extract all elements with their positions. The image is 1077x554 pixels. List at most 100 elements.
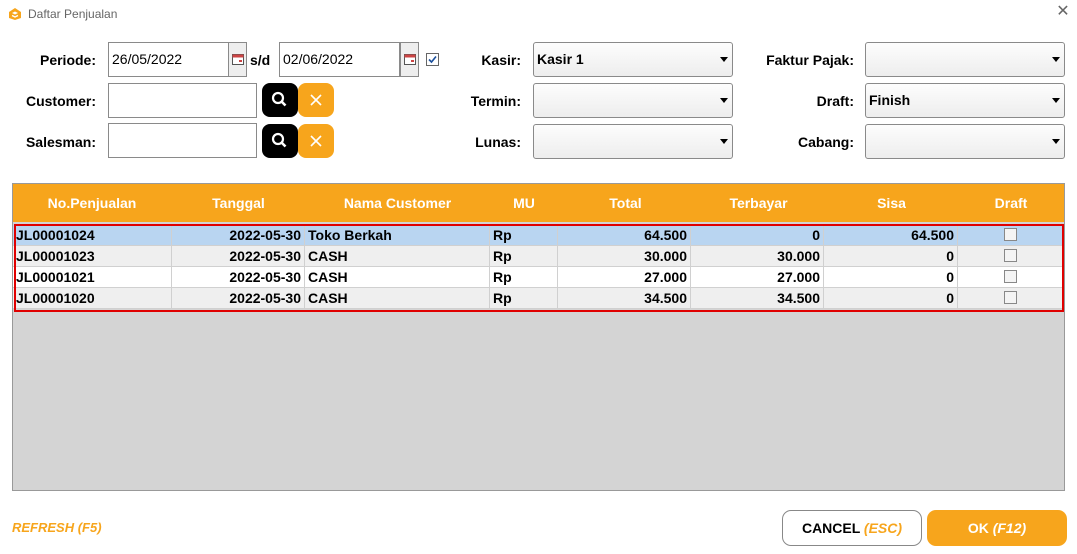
cell-no-penjualan: JL00001020 (13, 288, 172, 309)
salesman-input[interactable] (108, 123, 257, 158)
cell-draft (958, 225, 1064, 246)
cell-tanggal: 2022-05-30 (172, 288, 305, 309)
cell-terbayar: 30.000 (691, 246, 824, 267)
cell-no-penjualan: JL00001023 (13, 246, 172, 267)
kasir-select[interactable]: Kasir 1 (533, 42, 733, 77)
column-header-draft[interactable]: Draft (958, 184, 1064, 222)
cell-sisa: 0 (824, 267, 958, 288)
column-header-nama-customer[interactable]: Nama Customer (306, 184, 489, 222)
grid-header: No.Penjualan Tanggal Nama Customer MU To… (13, 184, 1064, 222)
cell-terbayar: 27.000 (691, 267, 824, 288)
cell-sisa: 0 (824, 288, 958, 309)
column-header-no-penjualan[interactable]: No.Penjualan (13, 184, 171, 222)
cell-sisa: 0 (824, 246, 958, 267)
column-header-sisa[interactable]: Sisa (825, 184, 958, 222)
draft-checkbox[interactable] (1004, 228, 1017, 241)
cell-mu: Rp (490, 267, 558, 288)
customer-input[interactable] (108, 83, 257, 118)
table-row[interactable]: JL00001024 2022-05-30 Toko Berkah Rp 64.… (13, 225, 1064, 246)
app-logo-icon (9, 8, 21, 20)
table-row[interactable]: JL00001023 2022-05-30 CASH Rp 30.000 30.… (13, 246, 1064, 267)
cancel-button-label: CANCEL (801, 520, 861, 536)
date-range-checkbox[interactable] (426, 53, 439, 66)
cell-mu: Rp (490, 288, 558, 309)
search-icon (271, 132, 287, 148)
refresh-link[interactable]: REFRESH (F5) (12, 520, 102, 535)
cell-terbayar: 34.500 (691, 288, 824, 309)
daftar-penjualan-window: Daftar Penjualan ✕ Periode: 26/05/2022 s… (0, 0, 1077, 554)
kasir-label: Kasir: (481, 52, 521, 68)
cell-draft (958, 267, 1064, 288)
draft-label: Draft: (816, 93, 854, 109)
table-row[interactable]: JL00001021 2022-05-30 CASH Rp 27.000 27.… (13, 267, 1064, 288)
column-header-mu[interactable]: MU (489, 184, 559, 222)
close-icon[interactable]: ✕ (1054, 3, 1072, 21)
dropdown-arrow-icon (1052, 139, 1060, 144)
column-header-total[interactable]: Total (559, 184, 692, 222)
faktur-pajak-label: Faktur Pajak: (766, 52, 854, 68)
column-header-terbayar[interactable]: Terbayar (692, 184, 825, 222)
sales-grid[interactable]: No.Penjualan Tanggal Nama Customer MU To… (12, 183, 1065, 491)
draft-value: Finish (869, 92, 911, 108)
close-icon (310, 94, 322, 106)
cancel-button[interactable]: CANCEL (ESC) (782, 510, 922, 546)
dropdown-arrow-icon (720, 57, 728, 62)
table-row[interactable]: JL00001020 2022-05-30 CASH Rp 34.500 34.… (13, 288, 1064, 309)
customer-search-button[interactable] (262, 83, 298, 117)
search-icon (271, 91, 287, 107)
cell-terbayar: 0 (691, 225, 824, 246)
kasir-value: Kasir 1 (537, 51, 584, 67)
termin-label: Termin: (470, 93, 521, 109)
date-to-input[interactable]: 02/06/2022 (279, 42, 400, 77)
close-icon (310, 135, 322, 147)
dropdown-arrow-icon (1052, 57, 1060, 62)
draft-select[interactable]: Finish (865, 83, 1065, 118)
dropdown-arrow-icon (1052, 98, 1060, 103)
date-to-calendar-button[interactable] (400, 42, 419, 77)
cancel-shortcut: (ESC) (863, 520, 903, 536)
calendar-icon (404, 54, 416, 65)
dropdown-arrow-icon (720, 98, 728, 103)
lunas-label: Lunas: (475, 134, 521, 150)
termin-select[interactable] (533, 83, 733, 118)
calendar-icon (232, 54, 244, 65)
cell-no-penjualan: JL00001024 (13, 225, 172, 246)
cell-draft (958, 246, 1064, 267)
cell-total: 34.500 (558, 288, 691, 309)
cabang-select[interactable] (865, 124, 1065, 159)
cell-nama-customer: CASH (305, 246, 490, 267)
cell-no-penjualan: JL00001021 (13, 267, 172, 288)
cell-mu: Rp (490, 225, 558, 246)
window-title: Daftar Penjualan (28, 7, 118, 21)
ok-button-label: OK (967, 520, 989, 536)
cell-total: 64.500 (558, 225, 691, 246)
ok-button[interactable]: OK (F12) (927, 510, 1067, 546)
date-from-input[interactable]: 26/05/2022 (108, 42, 229, 77)
customer-clear-button[interactable] (298, 83, 334, 117)
cabang-label: Cabang: (798, 134, 854, 150)
date-from-calendar-button[interactable] (228, 42, 247, 77)
draft-checkbox[interactable] (1004, 270, 1017, 283)
cell-tanggal: 2022-05-30 (172, 246, 305, 267)
salesman-label: Salesman: (25, 134, 96, 150)
salesman-clear-button[interactable] (298, 124, 334, 158)
draft-checkbox[interactable] (1004, 291, 1017, 304)
periode-label: Periode: (39, 52, 96, 68)
salesman-search-button[interactable] (262, 124, 298, 158)
sd-label: s/d (250, 52, 271, 68)
cell-sisa: 64.500 (824, 225, 958, 246)
faktur-pajak-select[interactable] (865, 42, 1065, 77)
dropdown-arrow-icon (720, 139, 728, 144)
cell-draft (958, 288, 1064, 309)
title-bar: Daftar Penjualan ✕ (0, 0, 1077, 28)
ok-shortcut: (F12) (992, 520, 1027, 536)
cell-nama-customer: CASH (305, 267, 490, 288)
column-header-tanggal[interactable]: Tanggal (171, 184, 306, 222)
cell-nama-customer: CASH (305, 288, 490, 309)
cell-tanggal: 2022-05-30 (172, 267, 305, 288)
draft-checkbox[interactable] (1004, 249, 1017, 262)
lunas-select[interactable] (533, 124, 733, 159)
customer-label: Customer: (25, 93, 96, 109)
cell-tanggal: 2022-05-30 (172, 225, 305, 246)
cell-total: 27.000 (558, 267, 691, 288)
